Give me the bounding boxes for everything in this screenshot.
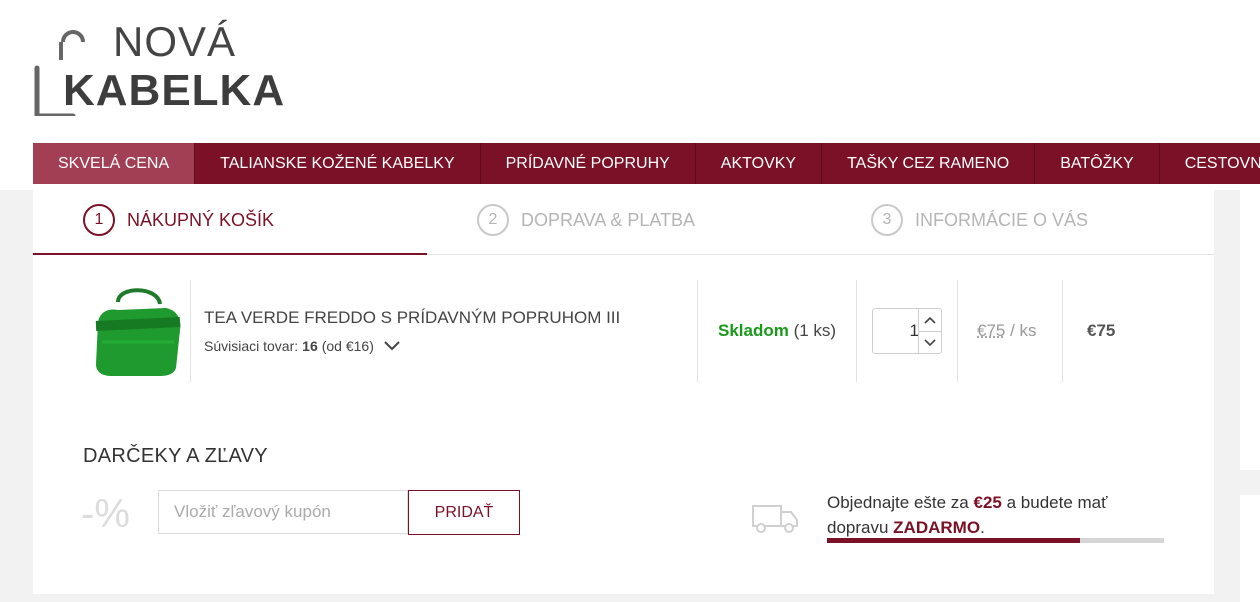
- shipping-text-before: Objednajte ešte za: [827, 493, 969, 512]
- free-shipping-progress: [827, 538, 1164, 543]
- stock-qty: (1 ks): [793, 321, 837, 340]
- related-from: (od €16): [321, 338, 374, 354]
- step-number: 2: [477, 204, 509, 236]
- main-nav: SKVELÁ CENA TALIANSKE KOŽENÉ KABELKY PRÍ…: [33, 143, 1260, 184]
- stock-label: Skladom: [718, 321, 789, 340]
- step-number: 1: [83, 204, 115, 236]
- truck-icon: [752, 505, 798, 533]
- chevron-down-icon[interactable]: [384, 341, 400, 351]
- free-shipping-progress-fill: [827, 538, 1080, 543]
- column-divider: [1062, 280, 1063, 382]
- cart-item: TEA VERDE FREDDO S PRÍDAVNÝM POPRUHOM II…: [33, 280, 1214, 382]
- header: NOVÁ KABELKA SKVELÁ CENA TALIANSKE KOŽEN…: [0, 0, 1260, 190]
- nav-item-batozky[interactable]: BATÔŽKY: [1035, 143, 1160, 184]
- related-label: Súvisiaci tovar:: [204, 338, 299, 354]
- nav-item-skvela-cena[interactable]: SKVELÁ CENA: [33, 143, 196, 184]
- active-step-underline: [33, 253, 427, 255]
- logo-text-top: NOVÁ: [113, 18, 237, 65]
- stock-status: Skladom (1 ks): [718, 321, 836, 341]
- chevron-down-icon: [924, 338, 936, 346]
- side-panel-lower: [1240, 495, 1260, 602]
- chevron-up-icon: [924, 316, 936, 324]
- step-shipping-payment[interactable]: 2 DOPRAVA & PLATBA: [477, 204, 695, 236]
- nav-item-tasky-cez-rameno[interactable]: TAŠKY CEZ RAMENO: [822, 143, 1036, 184]
- step-cart[interactable]: 1 NÁKUPNÝ KOŠÍK: [83, 204, 274, 236]
- shipping-free-label: ZADARMO: [893, 518, 981, 537]
- step-label: DOPRAVA & PLATBA: [521, 209, 696, 230]
- unit-price: €75 / ks: [977, 321, 1037, 341]
- product-name[interactable]: TEA VERDE FREDDO S PRÍDAVNÝM POPRUHOM II…: [204, 308, 620, 328]
- unit-price-suffix: / ks: [1010, 321, 1037, 340]
- column-divider: [856, 280, 857, 382]
- coupon-input[interactable]: Vložiť zľavový kupón: [158, 490, 408, 534]
- related-products[interactable]: Súvisiaci tovar: 16 (od €16): [204, 338, 400, 354]
- column-divider: [697, 280, 698, 382]
- shipping-text-end: .: [980, 518, 985, 537]
- side-panel: [1240, 190, 1260, 470]
- checkout-steps: 1 NÁKUPNÝ KOŠÍK 2 DOPRAVA & PLATBA 3 INF…: [33, 190, 1214, 255]
- unit-price-value: €75: [977, 321, 1006, 340]
- column-divider: [957, 280, 958, 382]
- quantity-buttons: [918, 309, 941, 353]
- column-divider: [190, 280, 191, 382]
- logo-text-bottom: KABELKA: [63, 66, 286, 115]
- nav-item-talianske-kozene-kabelky[interactable]: TALIANSKE KOŽENÉ KABELKY: [195, 143, 481, 184]
- product-image[interactable]: [88, 282, 188, 378]
- nav-item-cestovne-tasky[interactable]: CESTOVNÉ TAŠKY: [1160, 143, 1260, 184]
- nav-item-aktovky[interactable]: AKTOVKY: [696, 143, 823, 184]
- step-customer-info[interactable]: 3 INFORMÁCIE O VÁS: [871, 204, 1088, 236]
- gifts-discounts-title: DARČEKY A ZĽAVY: [83, 445, 268, 467]
- quantity-input[interactable]: 1: [873, 309, 919, 353]
- cart-panel: 1 NÁKUPNÝ KOŠÍK 2 DOPRAVA & PLATBA 3 INF…: [33, 190, 1214, 594]
- quantity-decrease-button[interactable]: [919, 331, 941, 353]
- quantity-stepper[interactable]: 1: [872, 308, 942, 354]
- step-label: INFORMÁCIE O VÁS: [915, 209, 1089, 230]
- nav-item-pridavne-popruhy[interactable]: PRÍDAVNÉ POPRUHY: [481, 143, 696, 184]
- add-coupon-button[interactable]: PRIDAŤ: [408, 490, 520, 535]
- logo[interactable]: NOVÁ KABELKA: [33, 18, 293, 118]
- shipping-remaining-amount: €25: [973, 493, 1002, 512]
- related-count: 16: [302, 338, 318, 354]
- line-total: €75: [1087, 321, 1116, 340]
- quantity-increase-button[interactable]: [919, 309, 941, 331]
- step-label: NÁKUPNÝ KOŠÍK: [127, 209, 275, 230]
- discount-percent-icon: -%: [81, 492, 130, 536]
- free-shipping-message: Objednajte ešte za €25 a budete mať dopr…: [827, 490, 1167, 540]
- step-number: 3: [871, 204, 903, 236]
